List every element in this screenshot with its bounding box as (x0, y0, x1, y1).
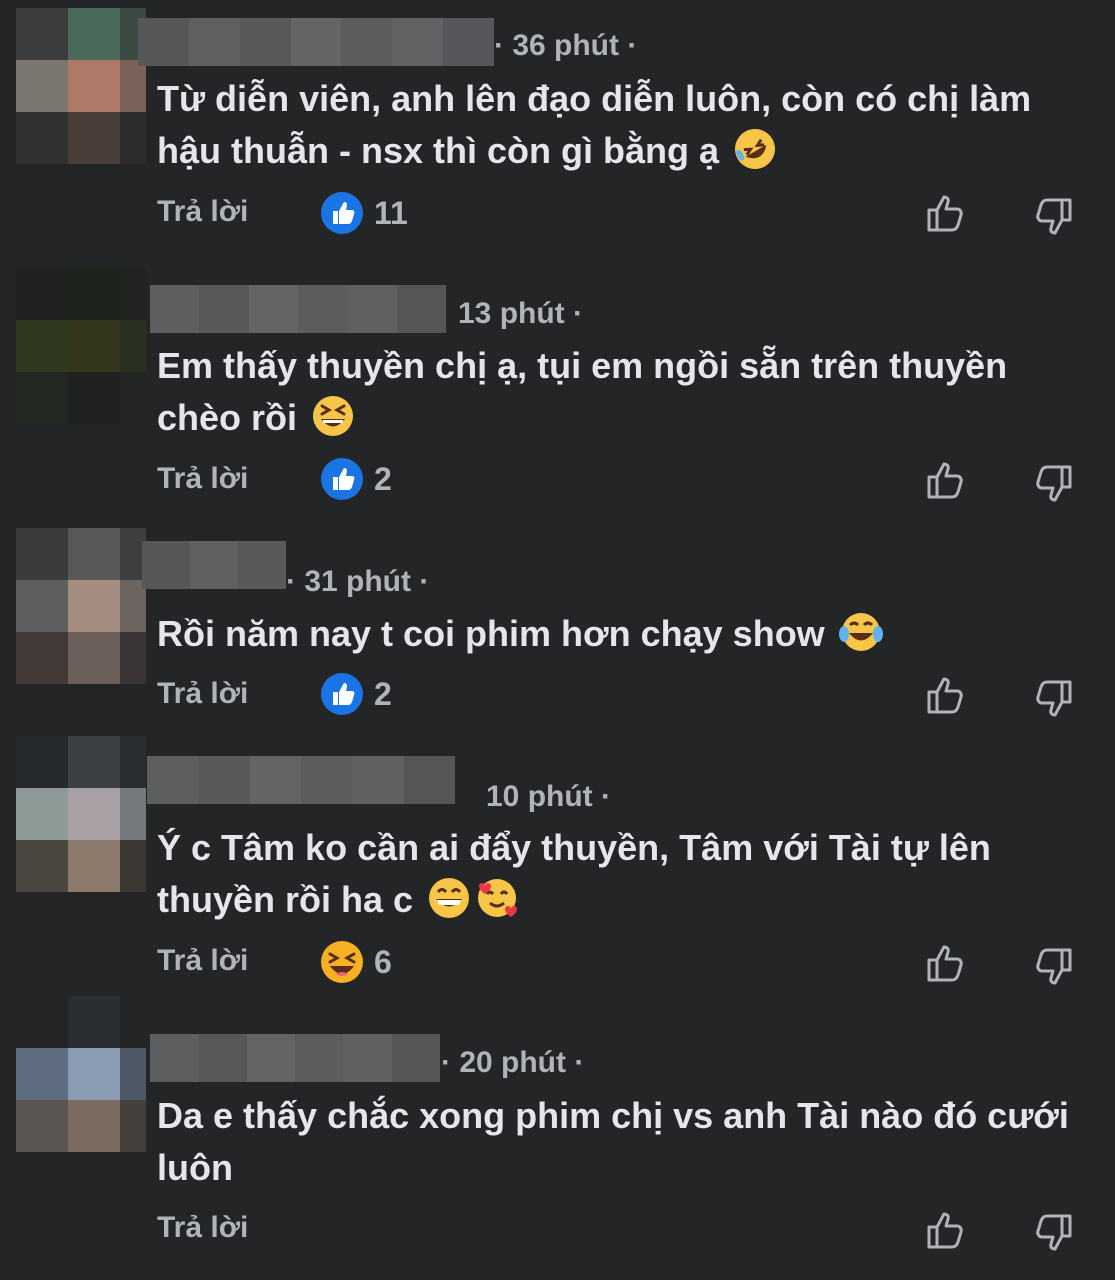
upvote-button[interactable] (923, 1207, 969, 1253)
comment-text: Từ diễn viên, anh lên đạo diễn luôn, còn… (157, 73, 1097, 177)
beaming-face-emoji (429, 878, 470, 918)
thumbs-down-outline-icon (1036, 1214, 1072, 1251)
downvote-button[interactable] (1030, 194, 1076, 240)
reply-button[interactable]: Trả lời (157, 461, 248, 497)
reaction-summary[interactable]: 2 (320, 457, 392, 501)
avatar[interactable] (16, 528, 146, 684)
reaction-count: 11 (374, 194, 408, 231)
comment-text: Da e thấy chắc xong phim chị vs anh Tài … (157, 1095, 1069, 1188)
author-name[interactable] (142, 541, 286, 589)
downvote-button[interactable] (1030, 676, 1076, 722)
reply-button[interactable]: Trả lời (157, 676, 248, 712)
comment-timestamp[interactable]: · 31 phút · (286, 564, 429, 600)
tears-of-joy-emoji (838, 613, 883, 651)
haha-icon (321, 941, 363, 983)
author-name[interactable] (150, 285, 446, 333)
thumbs-down-outline-icon (1036, 948, 1072, 985)
reaction-count: 6 (374, 943, 392, 980)
comment-timestamp[interactable]: 10 phút · (486, 779, 611, 815)
author-name[interactable] (150, 1034, 440, 1082)
reply-button[interactable]: Trả lời (157, 943, 248, 979)
smiling-face-with-hearts-emoji (478, 879, 518, 917)
like-icon (321, 192, 363, 234)
thumbs-down-outline-icon (1036, 465, 1072, 502)
reaction-count: 2 (374, 460, 392, 497)
thumbs-down-outline-icon (1036, 198, 1072, 235)
comment-timestamp[interactable]: 13 phút · (458, 296, 583, 332)
thumbs-up-outline-icon (927, 945, 963, 982)
thumbs-up-outline-icon (927, 677, 963, 714)
rolling-on-floor-laughing-emoji (735, 129, 776, 169)
reply-button[interactable]: Trả lời (157, 194, 248, 230)
thumbs-down-outline-icon (1036, 680, 1072, 717)
upvote-button[interactable] (923, 672, 969, 718)
author-name[interactable] (138, 18, 495, 66)
comment-text: Ý c Tâm ko cần ai đẩy thuyền, Tâm với Tà… (157, 827, 991, 920)
avatar[interactable] (16, 8, 146, 164)
reaction-count: 2 (374, 675, 392, 712)
thumbs-up-outline-icon (927, 462, 963, 499)
upvote-button[interactable] (923, 457, 969, 503)
avatar[interactable] (16, 736, 146, 892)
like-icon (321, 458, 363, 500)
upvote-button[interactable] (923, 190, 969, 236)
grinning-squinting-face-emoji (313, 396, 354, 436)
thumbs-up-outline-icon (927, 195, 963, 232)
avatar[interactable] (16, 996, 146, 1152)
upvote-button[interactable] (923, 940, 969, 986)
reaction-summary[interactable]: 2 (320, 672, 392, 716)
downvote-button[interactable] (1030, 461, 1076, 507)
comment-timestamp[interactable]: · 20 phút · (441, 1045, 584, 1081)
like-icon (321, 673, 363, 715)
reply-button[interactable]: Trả lời (157, 1210, 248, 1246)
reaction-summary[interactable]: 6 (320, 940, 392, 984)
comment-timestamp[interactable]: · 36 phút · (494, 28, 637, 64)
comment-text: Rồi năm nay t coi phim hơn chạy show (157, 608, 1097, 660)
thumbs-up-outline-icon (927, 1212, 963, 1249)
downvote-button[interactable] (1030, 944, 1076, 990)
comment-text: Em thấy thuyền chị ạ, tụi em ngồi sẵn tr… (157, 345, 1008, 438)
reaction-summary[interactable]: 11 (320, 191, 408, 235)
author-name[interactable] (147, 756, 455, 804)
downvote-button[interactable] (1030, 1210, 1076, 1256)
avatar[interactable] (16, 268, 146, 424)
